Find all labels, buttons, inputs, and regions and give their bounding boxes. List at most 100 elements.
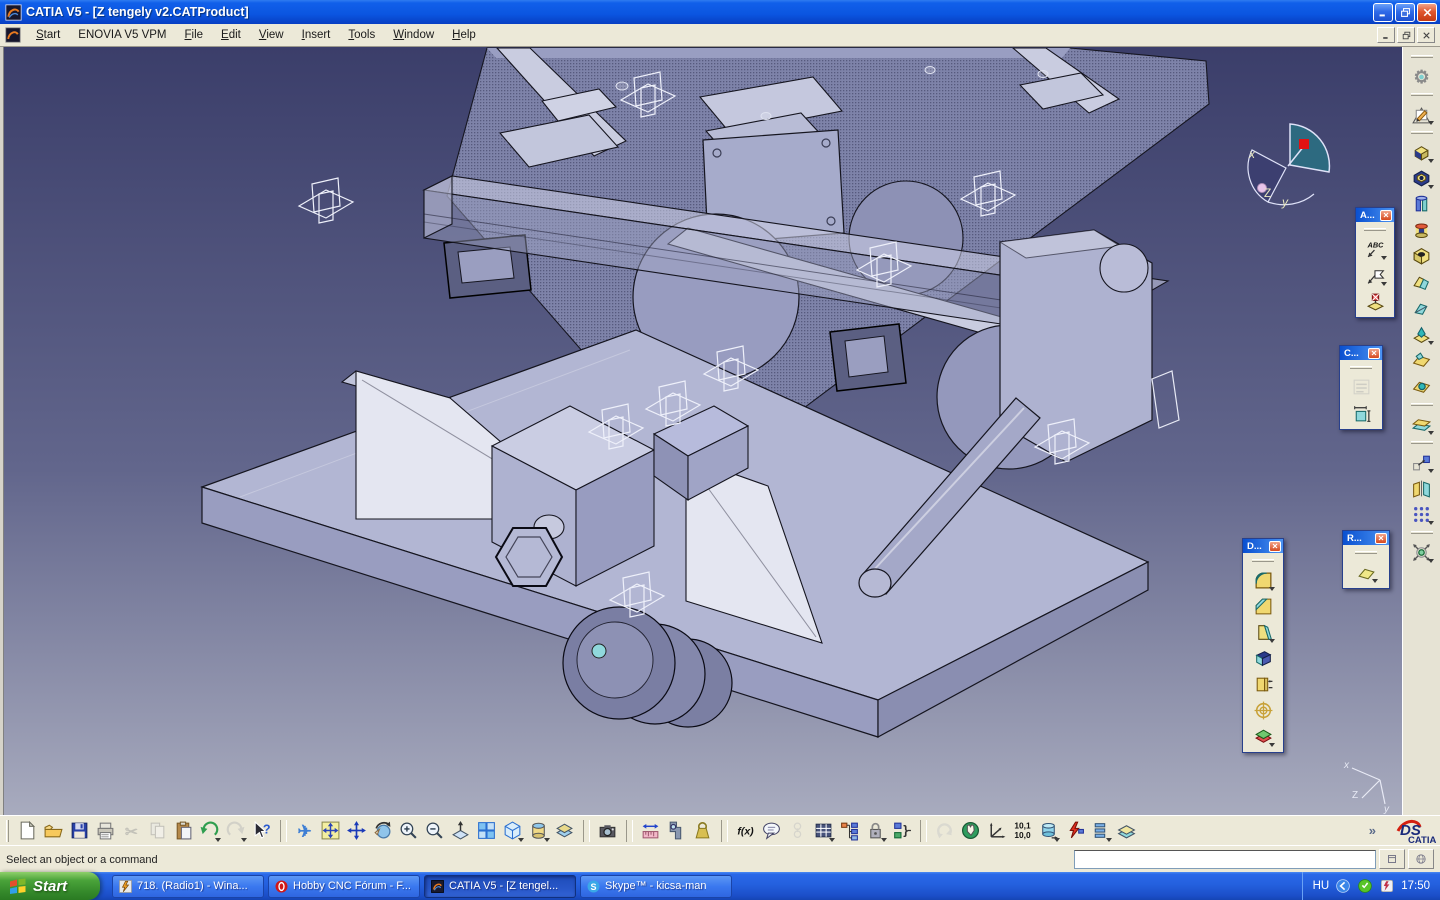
rib-icon[interactable] [1409,269,1435,295]
lock-icon[interactable] [862,818,888,844]
minimize-button[interactable] [1373,3,1393,22]
dropdown-arrow-icon[interactable] [1372,579,1378,583]
measure-between-icon[interactable] [637,818,663,844]
mdi-close-button[interactable] [1417,27,1435,43]
comment-icon[interactable] [758,818,784,844]
taskbar-button-winamp[interactable]: 718. (Radio1) - Wina... [112,875,264,898]
publications-icon[interactable]: } [888,818,914,844]
zoom-in-icon[interactable] [395,818,421,844]
close-button[interactable] [1417,3,1437,22]
capture-icon[interactable] [594,818,620,844]
loft-icon[interactable] [1409,321,1435,347]
dropdown-arrow-icon[interactable] [1428,121,1434,125]
print-icon[interactable] [92,818,118,844]
exploded-view-icon[interactable] [1113,818,1139,844]
open-icon[interactable] [40,818,66,844]
rotate-icon[interactable] [369,818,395,844]
toolbar-constraints[interactable]: C... [1339,345,1383,430]
dropdown-arrow-icon[interactable] [881,838,887,842]
isometric-view-icon[interactable] [499,818,525,844]
formula-icon[interactable]: f(x) [732,818,758,844]
sketcher-icon[interactable] [1409,101,1435,127]
language-indicator[interactable]: HU [1313,880,1330,892]
product-structure-icon[interactable] [836,818,862,844]
clash-icon[interactable] [1061,818,1087,844]
mean-dimensions-icon[interactable]: 10,110,0 [1009,818,1035,844]
flag-note-icon[interactable] [1362,262,1388,288]
dropdown-arrow-icon[interactable] [518,838,524,842]
sectioning-icon[interactable] [1035,818,1061,844]
dropdown-arrow-icon[interactable] [1269,743,1275,747]
dropdown-arrow-icon[interactable] [1428,159,1434,163]
knowledge-globe-button[interactable] [1408,849,1434,869]
shell-icon[interactable] [1250,645,1276,671]
text-with-leader-icon[interactable]: ABC [1362,236,1388,262]
plane-icon[interactable] [1353,559,1379,585]
dropdown-arrow-icon[interactable] [544,838,550,842]
toolbar-dress-up-titlebar[interactable]: D... [1243,539,1283,553]
dropdown-arrow-icon[interactable] [1428,521,1434,525]
mdi-minimize-button[interactable] [1377,27,1395,43]
tray-app-icon[interactable] [1379,878,1395,894]
menu-view[interactable]: View [250,26,293,44]
dropdown-arrow-icon[interactable] [1428,341,1434,345]
menu-edit[interactable]: Edit [212,26,250,44]
new-document-icon[interactable] [14,818,40,844]
constraint-icon[interactable] [1348,400,1374,426]
toolbar-grip[interactable] [6,820,9,842]
command-input[interactable] [1074,850,1376,869]
menu-window[interactable]: Window [384,26,443,44]
normal-view-icon[interactable] [447,818,473,844]
shaft-icon[interactable] [1409,191,1435,217]
mirror-icon[interactable] [1409,475,1435,501]
fit-all-in-icon[interactable] [317,818,343,844]
listing-icon[interactable] [1087,818,1113,844]
taskbar-button-catia[interactable]: CATIA V5 - [Z tengel... [424,875,576,898]
tap-thread-icon[interactable] [1250,697,1276,723]
title-bar[interactable]: CATIA V5 - [Z tengely v2.CATProduct] [0,0,1440,24]
toolbar-annotations[interactable]: A... ABC [1355,207,1395,318]
paste-icon[interactable] [170,818,196,844]
edge-fillet-icon[interactable] [1250,567,1276,593]
pad-icon[interactable] [1409,139,1435,165]
menu-insert[interactable]: Insert [293,26,340,44]
dropdown-arrow-icon[interactable] [1106,838,1112,842]
close-icon[interactable] [1368,348,1380,359]
datum-target-icon[interactable] [1362,288,1388,314]
translate-icon[interactable] [1409,449,1435,475]
chamfer-icon[interactable] [1250,593,1276,619]
constraints-dialog-icon[interactable] [1348,374,1374,400]
menu-enovia-v5-vpm[interactable]: ENOVIA V5 VPM [69,26,175,44]
close-icon[interactable] [1375,533,1387,544]
copy-icon[interactable] [144,818,170,844]
toolbar-constraints-titlebar[interactable]: C... [1340,346,1382,360]
measure-inertia-icon[interactable] [689,818,715,844]
sew-surface-icon[interactable] [1409,411,1435,437]
dropdown-arrow-icon[interactable] [1269,587,1275,591]
toolbar-reference-titlebar[interactable]: R... [1343,531,1389,545]
measure-item-icon[interactable] [663,818,689,844]
render-style-icon[interactable] [525,818,551,844]
design-table-icon[interactable] [810,818,836,844]
3d-viewport[interactable]: x Z y x Z y A... [4,47,1402,815]
surface-revolve-icon[interactable] [1409,373,1435,399]
dropdown-arrow-icon[interactable] [241,838,247,842]
dropdown-arrow-icon[interactable] [1428,431,1434,435]
pocket-icon[interactable] [1409,165,1435,191]
3d-model-canvas[interactable]: x Z y x Z y [4,47,1402,815]
start-button[interactable]: Start [0,872,100,900]
axis-system-icon[interactable] [983,818,1009,844]
quick-view-icon[interactable] [473,818,499,844]
undo-icon[interactable] [196,818,222,844]
update-icon[interactable] [931,818,957,844]
redo-icon[interactable] [222,818,248,844]
restore-button[interactable] [1395,3,1415,22]
surface-extrude-icon[interactable] [1409,347,1435,373]
menu-file[interactable]: File [176,26,213,44]
whats-this-icon[interactable]: ? [248,818,274,844]
groove-icon[interactable] [1409,217,1435,243]
dropdown-arrow-icon[interactable] [1428,469,1434,473]
manipulation-icon[interactable] [957,818,983,844]
zoom-out-icon[interactable] [421,818,447,844]
dropdown-arrow-icon[interactable] [1428,559,1434,563]
